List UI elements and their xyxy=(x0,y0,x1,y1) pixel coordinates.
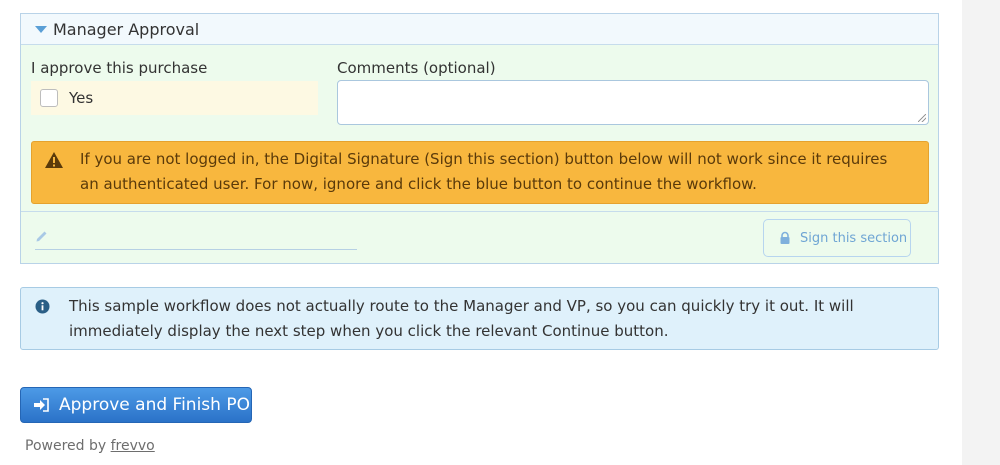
section-title: Manager Approval xyxy=(53,19,200,39)
triangle-down-icon[interactable] xyxy=(35,26,47,33)
resize-handle[interactable] xyxy=(918,114,926,122)
manager-approval-section: Manager Approval I approve this purchase… xyxy=(20,13,939,264)
approve-label: I approve this purchase xyxy=(31,59,208,77)
frevvo-link[interactable]: frevvo xyxy=(111,438,155,454)
info-text: This sample workflow does not actually r… xyxy=(69,297,854,340)
signature-divider xyxy=(21,211,938,212)
comments-textarea[interactable] xyxy=(337,80,929,125)
warning-text: If you are not logged in, the Digital Si… xyxy=(80,150,888,193)
powered-by-text: Powered by xyxy=(25,438,107,454)
sign-in-icon xyxy=(34,398,49,412)
sign-section-button[interactable]: Sign this section xyxy=(763,219,911,257)
approve-finish-label: Approve and Finish PO xyxy=(59,395,250,415)
signature-line[interactable] xyxy=(35,249,357,250)
info-icon xyxy=(35,299,50,314)
comments-label: Comments (optional) xyxy=(337,59,496,77)
warning-icon xyxy=(45,152,63,168)
warning-alert: If you are not logged in, the Digital Si… xyxy=(31,141,929,204)
powered-by: Powered by frevvo xyxy=(25,438,155,454)
yes-option[interactable]: Yes xyxy=(31,81,318,115)
sign-section-label: Sign this section xyxy=(800,230,908,246)
info-alert: This sample workflow does not actually r… xyxy=(20,287,939,350)
right-gutter xyxy=(962,0,1000,465)
section-header[interactable]: Manager Approval xyxy=(21,14,938,45)
yes-checkbox[interactable] xyxy=(40,89,58,107)
lock-icon xyxy=(780,231,790,244)
yes-label: Yes xyxy=(69,89,94,107)
pencil-icon xyxy=(36,231,47,242)
approve-finish-button[interactable]: Approve and Finish PO xyxy=(20,387,252,423)
